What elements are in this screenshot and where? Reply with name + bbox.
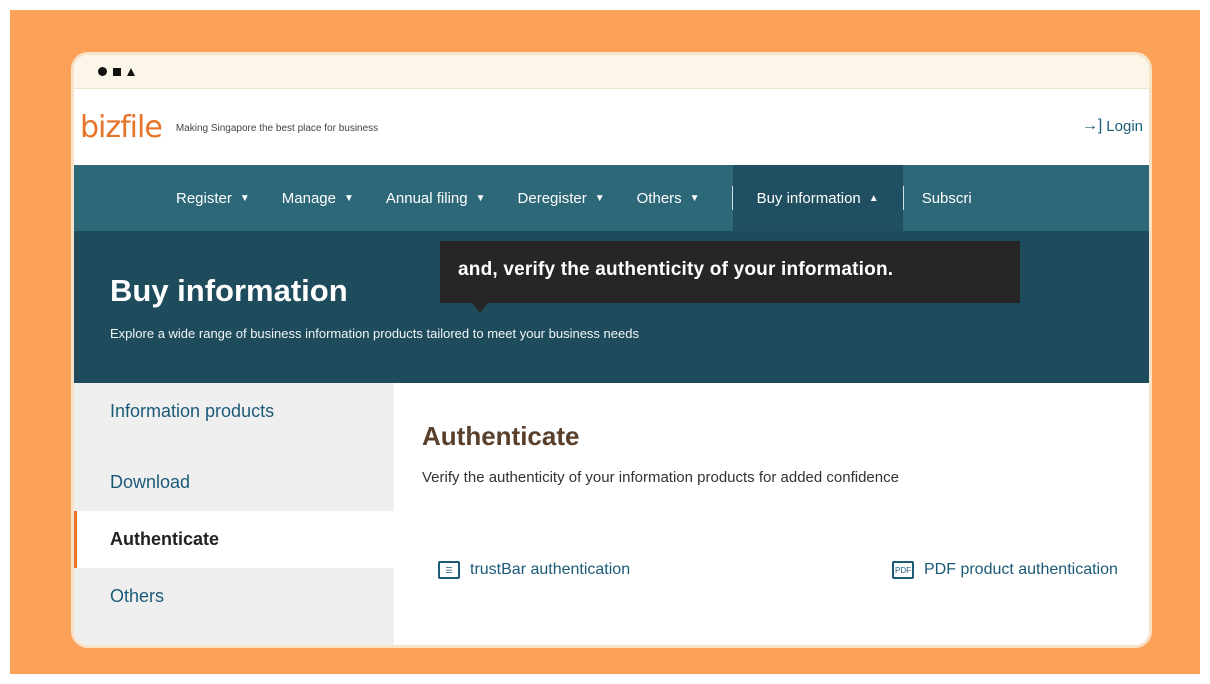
login-label: Login xyxy=(1106,117,1143,135)
nav-label: Others xyxy=(636,189,682,207)
nav-label: Subscri xyxy=(921,189,972,207)
nav-label: Annual filing xyxy=(385,189,468,207)
section-title: Authenticate xyxy=(422,421,580,451)
nav-register[interactable]: Register ▼ xyxy=(176,190,250,207)
nav-subscribe[interactable]: Subscri xyxy=(904,190,972,207)
pdf-icon: PDF xyxy=(892,561,914,579)
window-titlebar xyxy=(74,55,1149,89)
caret-down-icon: ▼ xyxy=(343,192,354,204)
nav-others[interactable]: Others ▼ xyxy=(637,190,700,207)
sidebar-item-download[interactable]: Download xyxy=(74,454,394,511)
sidebar-item-information-products[interactable]: Information products xyxy=(74,397,394,454)
caret-down-icon: ▼ xyxy=(475,192,486,204)
login-button[interactable]: →] Login xyxy=(1082,117,1143,135)
content-area: Information products Download Authentica… xyxy=(74,383,1149,645)
sidebar: Information products Download Authentica… xyxy=(74,383,394,645)
square-icon xyxy=(113,67,121,76)
caret-down-icon: ▼ xyxy=(239,192,250,204)
triangle-icon xyxy=(127,67,135,76)
caret-down-icon: ▼ xyxy=(689,192,700,204)
nav-label: Deregister xyxy=(517,189,587,207)
nav-manage[interactable]: Manage ▼ xyxy=(282,190,354,207)
site-header: bizfile Making Singapore the best place … xyxy=(74,89,1149,165)
circle-icon xyxy=(98,67,107,76)
nav-buy-information[interactable]: Buy information ▲ xyxy=(732,165,903,231)
nav-label: Buy information xyxy=(756,189,861,207)
caret-up-icon: ▲ xyxy=(868,192,879,204)
hero-banner: Buy information Explore a wide range of … xyxy=(74,231,1149,383)
nav-label: Manage xyxy=(281,189,336,207)
nav-deregister[interactable]: Deregister ▼ xyxy=(518,190,605,207)
main-nav: Register ▼ Manage ▼ Annual filing ▼ Deregis… xyxy=(74,165,1149,231)
bizfile-logo[interactable]: bizfile xyxy=(80,110,163,145)
page-subtitle: Explore a wide range of business informa… xyxy=(110,326,639,341)
login-icon: →] xyxy=(1081,117,1103,134)
caption-pointer xyxy=(472,303,488,313)
sidebar-item-others[interactable]: Others xyxy=(74,568,394,625)
browser-window: bizfile Making Singapore the best place … xyxy=(74,55,1149,645)
caret-down-icon: ▼ xyxy=(594,192,605,204)
video-caption: and, verify the authenticity of your inf… xyxy=(440,241,1020,303)
link-label: PDF product authentication xyxy=(924,561,1118,578)
background-frame: bizfile Making Singapore the best place … xyxy=(10,10,1200,674)
pdf-authentication-link[interactable]: PDF PDF product authentication xyxy=(892,561,1118,579)
page-title: Buy information xyxy=(110,273,348,308)
link-label: trustBar authentication xyxy=(470,561,631,578)
trustbar-authentication-link[interactable]: ☰ trustBar authentication xyxy=(438,561,630,579)
tagline: Making Singapore the best place for busi… xyxy=(175,122,379,134)
nav-label: Register xyxy=(176,189,232,207)
sidebar-item-authenticate[interactable]: Authenticate xyxy=(74,511,394,568)
main-panel: Authenticate Verify the authenticity of … xyxy=(394,383,1149,645)
nav-annual-filing[interactable]: Annual filing ▼ xyxy=(386,190,486,207)
section-subtitle: Verify the authenticity of your informat… xyxy=(422,469,899,486)
checklist-icon: ☰ xyxy=(438,561,460,579)
